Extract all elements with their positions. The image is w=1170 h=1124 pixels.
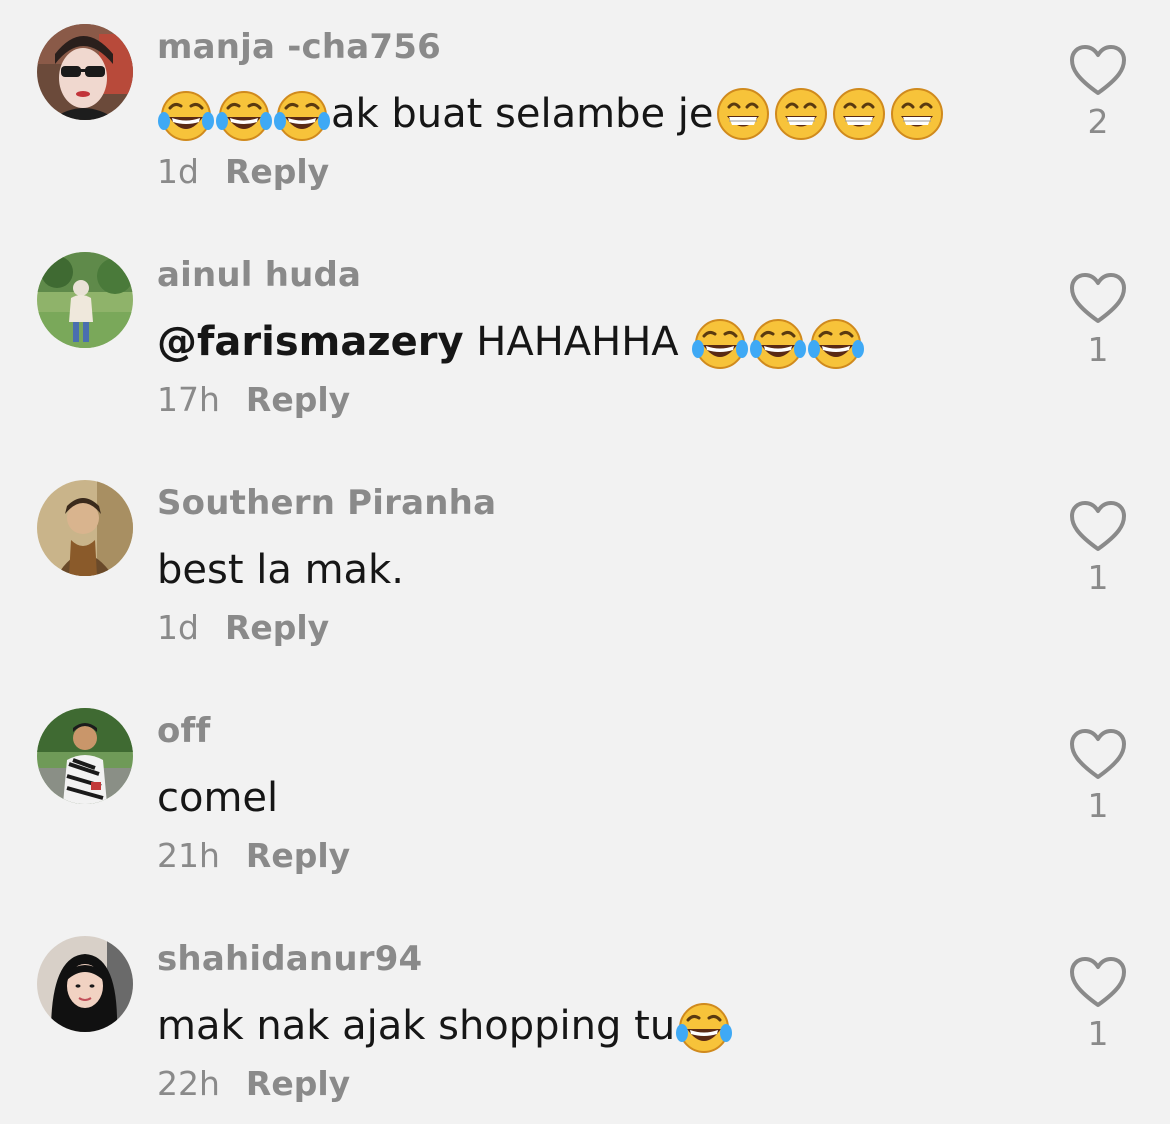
comment-meta: 22h Reply [157, 1064, 350, 1103]
comment-text: ak buat selambe je [157, 84, 946, 144]
comment-body: comel [157, 775, 279, 821]
comment-item: manja -cha756 ak buat selambe je 1d Repl… [0, 0, 1170, 228]
comment-body: HAHAHHA [463, 319, 692, 365]
comment-item: ainul huda @farismazery HAHAHHA 17h Repl… [0, 228, 1170, 456]
face-with-tears-of-joy-icon [807, 313, 865, 371]
reply-button[interactable]: Reply [225, 152, 329, 191]
comment-body: mak nak ajak shopping tu [157, 1003, 676, 1049]
comment-timestamp: 17h [157, 380, 220, 419]
comment-username[interactable]: Southern Piranha [157, 483, 496, 523]
comment-meta: 17h Reply [157, 380, 350, 419]
comment-meta: 1d Reply [157, 608, 329, 647]
comment-text: mak nak ajak shopping tu [157, 996, 733, 1056]
reply-button[interactable]: Reply [246, 836, 350, 875]
comment-body: best la mak. [157, 547, 404, 593]
comment-username[interactable]: manja -cha756 [157, 27, 441, 67]
comment-text: best la mak. [157, 540, 404, 600]
like-group: 1 [1062, 272, 1134, 369]
mention-link[interactable]: @farismazery [157, 319, 464, 365]
face-with-tears-of-joy-icon [675, 997, 733, 1055]
avatar[interactable] [37, 936, 133, 1032]
avatar[interactable] [37, 480, 133, 576]
comment-username[interactable]: ainul huda [157, 255, 361, 295]
grinning-face-with-smiling-eyes-icon [714, 85, 772, 143]
comment-timestamp: 21h [157, 836, 220, 875]
comment-meta: 1d Reply [157, 152, 329, 191]
comment-item: off comel 21h Reply 1 [0, 684, 1170, 912]
face-with-tears-of-joy-icon [157, 85, 215, 143]
heart-icon[interactable] [1069, 956, 1127, 1010]
like-count: 1 [1087, 786, 1109, 825]
reply-button[interactable]: Reply [225, 608, 329, 647]
like-group: 1 [1062, 728, 1134, 825]
avatar[interactable] [37, 252, 133, 348]
heart-icon[interactable] [1069, 500, 1127, 554]
face-with-tears-of-joy-icon [215, 85, 273, 143]
comment-timestamp: 22h [157, 1064, 220, 1103]
face-with-tears-of-joy-icon [749, 313, 807, 371]
like-count: 2 [1087, 102, 1109, 141]
comment-text: @farismazery HAHAHHA [157, 312, 865, 372]
like-group: 1 [1062, 956, 1134, 1053]
comment-item: Southern Piranha best la mak. 1d Reply 1 [0, 456, 1170, 684]
comment-list: manja -cha756 ak buat selambe je 1d Repl… [0, 0, 1170, 1124]
grinning-face-with-smiling-eyes-icon [830, 85, 888, 143]
face-with-tears-of-joy-icon [691, 313, 749, 371]
avatar[interactable] [37, 24, 133, 120]
comment-username[interactable]: off [157, 711, 211, 751]
heart-icon[interactable] [1069, 272, 1127, 326]
like-count: 1 [1087, 1014, 1109, 1053]
like-group: 1 [1062, 500, 1134, 597]
comment-timestamp: 1d [157, 152, 199, 191]
reply-button[interactable]: Reply [246, 380, 350, 419]
comment-item: shahidanur94 mak nak ajak shopping tu 22… [0, 912, 1170, 1124]
comment-meta: 21h Reply [157, 836, 350, 875]
comment-body: ak buat selambe je [331, 91, 714, 137]
face-with-tears-of-joy-icon [273, 85, 331, 143]
reply-button[interactable]: Reply [246, 1064, 350, 1103]
like-count: 1 [1087, 558, 1109, 597]
avatar[interactable] [37, 708, 133, 804]
like-group: 2 [1062, 44, 1134, 141]
comment-timestamp: 1d [157, 608, 199, 647]
grinning-face-with-smiling-eyes-icon [772, 85, 830, 143]
heart-icon[interactable] [1069, 44, 1127, 98]
heart-icon[interactable] [1069, 728, 1127, 782]
like-count: 1 [1087, 330, 1109, 369]
grinning-face-with-smiling-eyes-icon [888, 85, 946, 143]
comment-text: comel [157, 768, 278, 828]
comment-username[interactable]: shahidanur94 [157, 939, 422, 979]
